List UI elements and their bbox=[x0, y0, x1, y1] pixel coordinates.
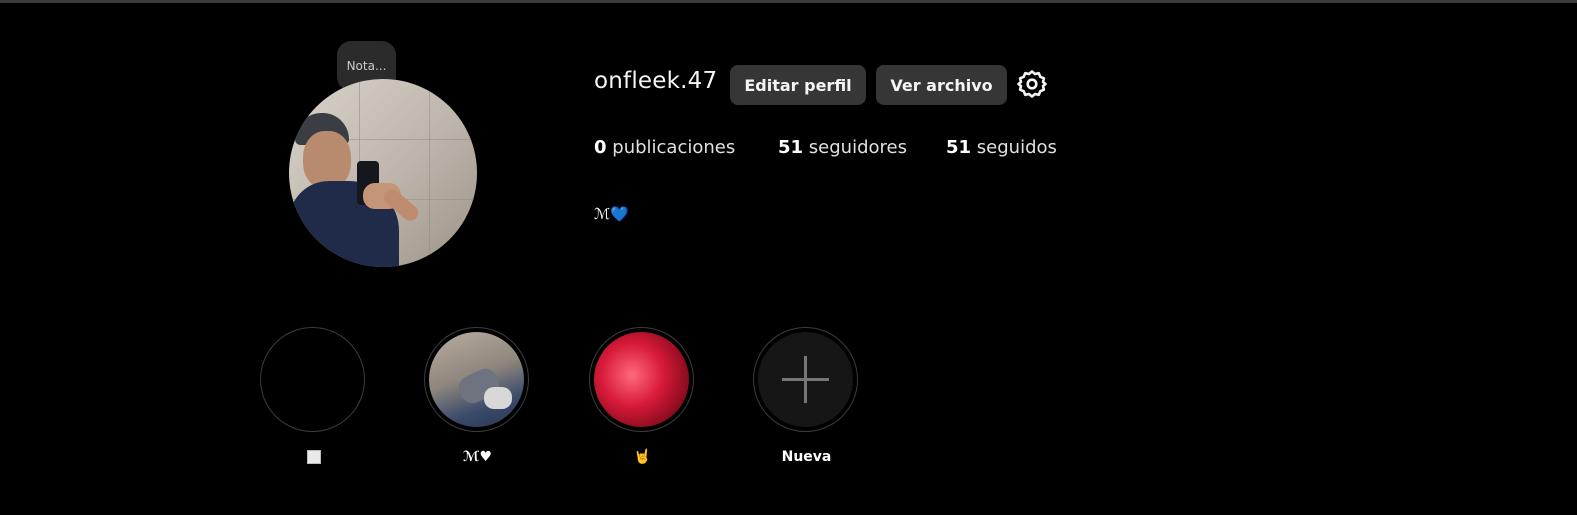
highlight-ring bbox=[753, 327, 858, 432]
highlight-item[interactable] bbox=[260, 327, 367, 464]
posts-label: publicaciones bbox=[612, 137, 736, 158]
profile-avatar[interactable] bbox=[289, 79, 477, 267]
highlight-cover bbox=[594, 332, 689, 427]
gear-icon[interactable] bbox=[1016, 68, 1048, 100]
following-stat[interactable]: 51 seguidos bbox=[946, 137, 1057, 158]
highlight-cover bbox=[265, 332, 360, 427]
highlight-ring bbox=[424, 327, 529, 432]
profile-bio: ℳ💙 bbox=[594, 205, 629, 223]
followers-stat[interactable]: 51 seguidores bbox=[778, 137, 907, 158]
profile-page: Nota... onfleek.47 Editar perfil Ver arc… bbox=[0, 0, 1577, 515]
top-divider bbox=[0, 0, 1577, 3]
white-square-icon bbox=[306, 450, 321, 464]
new-highlight-label: Nueva bbox=[781, 449, 832, 465]
highlight-ring bbox=[589, 327, 694, 432]
posts-count: 0 bbox=[594, 137, 607, 158]
new-highlight-button[interactable]: Nueva bbox=[753, 327, 860, 465]
edit-profile-button[interactable]: Editar perfil bbox=[730, 65, 866, 105]
avatar-photo bbox=[289, 79, 477, 267]
highlight-cover bbox=[429, 332, 524, 427]
followers-count: 51 bbox=[778, 137, 804, 158]
highlight-label: ℳ♥ bbox=[462, 449, 493, 465]
view-archive-button[interactable]: Ver archivo bbox=[876, 65, 1007, 105]
following-count: 51 bbox=[946, 137, 972, 158]
highlight-item[interactable]: ℳ♥ bbox=[424, 327, 531, 465]
profile-username: onfleek.47 bbox=[594, 68, 718, 94]
following-label: seguidos bbox=[976, 137, 1057, 158]
highlight-cover bbox=[758, 332, 853, 427]
note-label: Nota... bbox=[346, 59, 387, 73]
plus-icon-vertical bbox=[804, 356, 807, 403]
highlight-ring bbox=[260, 327, 365, 432]
bio-text: ℳ bbox=[594, 205, 611, 223]
bio-heart-emoji: 💙 bbox=[610, 205, 629, 223]
posts-stat: 0 publicaciones bbox=[594, 137, 735, 158]
followers-label: seguidores bbox=[808, 137, 907, 158]
highlight-label bbox=[260, 449, 367, 465]
highlight-label: 🤘 bbox=[633, 449, 652, 465]
highlight-item[interactable]: 🤘 bbox=[589, 327, 696, 465]
